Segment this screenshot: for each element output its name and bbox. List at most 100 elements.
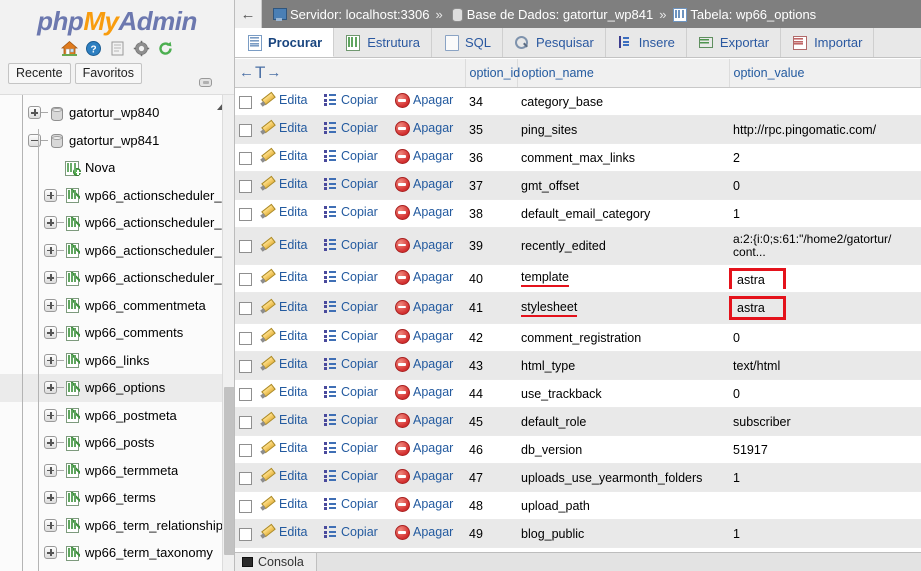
row-checkbox[interactable] [239, 415, 252, 429]
tree-item-wp66-terms[interactable]: wp66_terms [0, 484, 234, 512]
row-action-copiar[interactable]: Copiar [323, 300, 378, 314]
table-row[interactable]: Edita Copiar Apagar 35 ping_sites http://rpc.… [235, 115, 921, 144]
tree-collapse-icon[interactable] [28, 133, 41, 147]
row-checkbox[interactable] [239, 179, 252, 193]
table-row[interactable]: Edita Copiar Apagar 45 default_role subscribe… [235, 407, 921, 436]
tab-exportar[interactable]: Exportar [686, 28, 782, 57]
row-checkbox[interactable] [239, 95, 252, 109]
table-row[interactable]: Edita Copiar Apagar 38 default_email_categor… [235, 199, 921, 228]
tab-estrutura[interactable]: Estrutura [334, 28, 432, 57]
row-checkbox[interactable] [239, 302, 252, 316]
row-action-apagar[interactable]: Apagar [395, 525, 453, 540]
row-action-apagar[interactable]: Apagar [395, 329, 453, 344]
row-action-edita[interactable]: Edita [261, 93, 308, 107]
row-action-apagar[interactable]: Apagar [395, 413, 453, 428]
row-action-edita[interactable]: Edita [261, 121, 308, 135]
tree-item-gatortur-wp841[interactable]: gatortur_wp841 [0, 127, 234, 155]
row-checkbox[interactable] [239, 471, 252, 485]
row-action-apagar[interactable]: Apagar [395, 270, 453, 285]
row-action-copiar[interactable]: Copiar [323, 469, 378, 483]
tree-expand-icon[interactable] [44, 243, 57, 257]
row-checkbox[interactable] [239, 359, 252, 373]
row-action-copiar[interactable]: Copiar [323, 177, 378, 191]
sidebar-tab-recent[interactable]: Recente [8, 63, 71, 84]
tree-expand-icon[interactable] [44, 518, 57, 532]
row-action-copiar[interactable]: Copiar [323, 441, 378, 455]
tree-item-wp66-actionscheduler[interactable]: wp66_actionscheduler_ [0, 182, 234, 210]
row-action-copiar[interactable]: Copiar [323, 93, 378, 107]
row-checkbox[interactable] [239, 527, 252, 541]
row-action-apagar[interactable]: Apagar [395, 299, 453, 315]
tree-item-nova[interactable]: Nova [0, 154, 234, 182]
tab-procurar[interactable]: Procurar [235, 28, 335, 57]
tree-item-wp66-options[interactable]: wp66_options [0, 374, 234, 402]
row-action-edita[interactable]: Edita [261, 270, 308, 284]
tree-item-wp66-termmeta[interactable]: wp66_termmeta [0, 457, 234, 485]
settings-gear-icon[interactable] [133, 40, 150, 57]
column-header-option-name[interactable]: option_name [517, 59, 730, 88]
row-checkbox[interactable] [239, 272, 252, 286]
row-checkbox[interactable] [239, 331, 252, 345]
tree-item-wp66-actionscheduler[interactable]: wp66_actionscheduler_ [0, 237, 234, 265]
tab-sql[interactable]: SQL [431, 28, 503, 57]
table-row[interactable]: Edita Copiar Apagar 46 db_version 51917 [235, 435, 921, 464]
row-action-apagar[interactable]: Apagar [395, 205, 453, 220]
row-action-copiar[interactable]: Copiar [323, 121, 378, 135]
tab-pesquisar[interactable]: Pesquisar [502, 28, 606, 57]
row-action-copiar[interactable]: Copiar [323, 205, 378, 219]
row-action-copiar[interactable]: Copiar [323, 525, 378, 539]
tree-item-wp66-postmeta[interactable]: wp66_postmeta [0, 402, 234, 430]
breadcrumb-database[interactable]: Base de Dados: gatortur_wp841 [449, 7, 653, 22]
row-action-apagar[interactable]: Apagar [395, 441, 453, 456]
tree-expand-icon[interactable] [44, 381, 57, 395]
row-action-edita[interactable]: Edita [261, 149, 308, 163]
row-action-copiar[interactable]: Copiar [323, 413, 378, 427]
row-action-edita[interactable]: Edita [261, 497, 308, 511]
row-action-edita[interactable]: Edita [261, 469, 308, 483]
tree-item-wp66-actionscheduler[interactable]: wp66_actionscheduler_ [0, 264, 234, 292]
table-row[interactable]: Edita Copiar Apagar 39 recently_edited a:2:{i… [235, 227, 921, 265]
full-texts-toggle[interactable]: ← T → [239, 64, 461, 81]
tab-importar[interactable]: Importar [781, 28, 875, 57]
row-action-apagar[interactable]: Apagar [395, 121, 453, 136]
table-row[interactable]: Edita Copiar Apagar 34 category_base [235, 87, 921, 116]
row-action-edita[interactable]: Edita [261, 238, 308, 252]
tree-item-gatortur-wp840[interactable]: gatortur_wp840 [0, 99, 234, 127]
row-action-edita[interactable]: Edita [261, 357, 308, 371]
row-checkbox[interactable] [239, 240, 252, 254]
table-row[interactable]: Edita Copiar Apagar 49 blog_public 1 [235, 519, 921, 548]
table-row[interactable]: Edita Copiar Apagar 37 gmt_offset 0 [235, 171, 921, 200]
row-action-edita[interactable]: Edita [261, 385, 308, 399]
table-row[interactable]: Edita Copiar Apagar 36 comment_max_links 2 [235, 143, 921, 172]
row-action-apagar[interactable]: Apagar [395, 497, 453, 512]
row-action-edita[interactable]: Edita [261, 441, 308, 455]
sidebar-scrollbar[interactable] [222, 95, 234, 571]
table-row[interactable]: Edita Copiar Apagar 43 html_type text/html [235, 351, 921, 380]
row-action-apagar[interactable]: Apagar [395, 385, 453, 400]
row-action-apagar[interactable]: Apagar [395, 177, 453, 192]
row-action-copiar[interactable]: Copiar [323, 238, 378, 252]
breadcrumb-server[interactable]: Servidor: localhost:3306 [272, 7, 429, 22]
tree-item-wp66-commentmeta[interactable]: wp66_commentmeta [0, 292, 234, 320]
tree-expand-icon[interactable] [44, 298, 57, 312]
column-header-option-id[interactable]: option_id [465, 59, 520, 88]
tree-expand-icon[interactable] [44, 188, 57, 202]
tab-insere[interactable]: Insere [605, 28, 687, 57]
row-checkbox[interactable] [239, 207, 252, 221]
sidebar-scrollbar-thumb[interactable] [224, 387, 234, 555]
row-checkbox[interactable] [239, 387, 252, 401]
console-button[interactable]: Consola [235, 552, 317, 571]
row-action-apagar[interactable]: Apagar [395, 357, 453, 372]
row-action-edita[interactable]: Edita [261, 413, 308, 427]
tree-expand-icon[interactable] [44, 463, 57, 477]
phpmyadmin-logo[interactable]: phpMyAdmin [0, 0, 234, 39]
tree-item-wp66-usermeta[interactable]: wp66_usermeta [0, 567, 234, 571]
back-button[interactable]: ← [235, 0, 262, 28]
row-action-copiar[interactable]: Copiar [323, 497, 378, 511]
row-checkbox[interactable] [239, 443, 252, 457]
row-action-edita[interactable]: Edita [261, 525, 308, 539]
breadcrumb-table[interactable]: Tabela: wp66_options [672, 7, 816, 22]
tree-item-wp66-actionscheduler[interactable]: wp66_actionscheduler_ [0, 209, 234, 237]
row-action-edita[interactable]: Edita [261, 300, 308, 314]
row-action-apagar[interactable]: Apagar [395, 93, 453, 108]
